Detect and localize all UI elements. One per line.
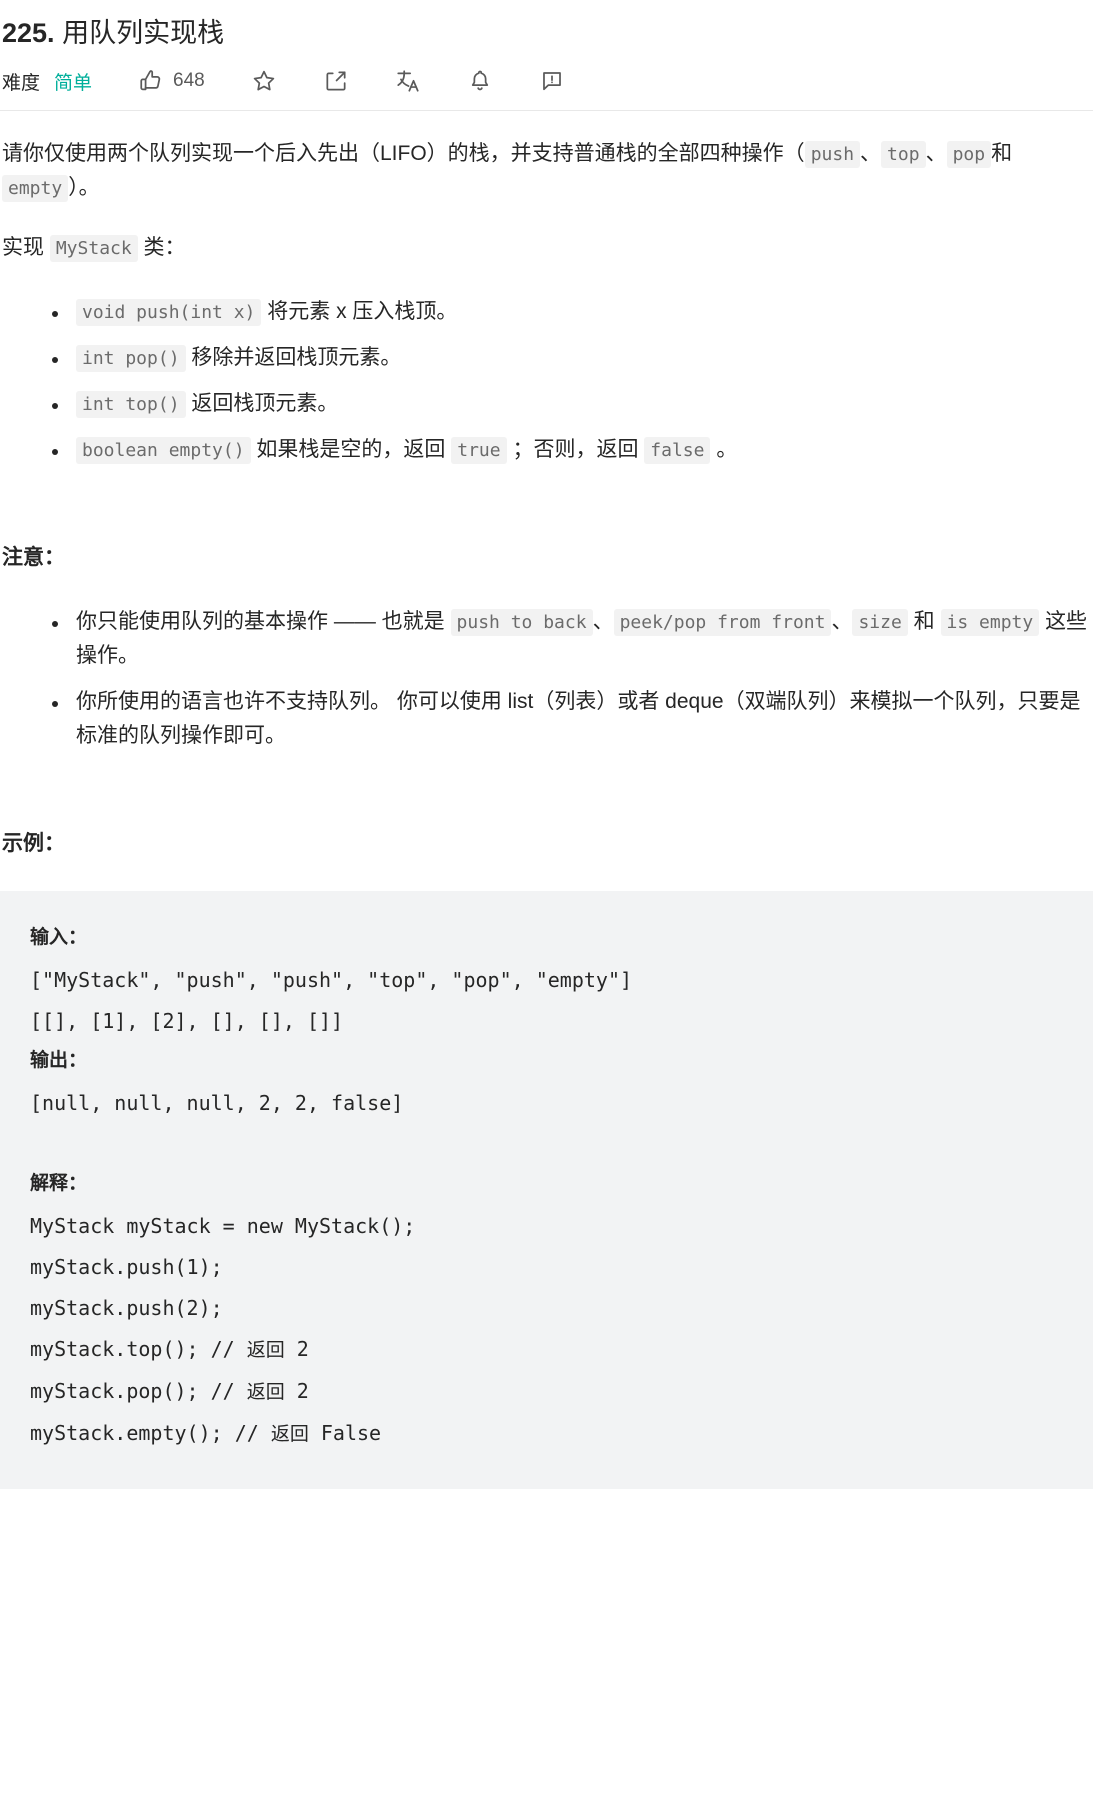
method-desc-c: 。: [716, 438, 738, 462]
example-heading: 示例：: [2, 832, 65, 856]
title-row: 225. 用队列实现栈: [0, 0, 1093, 52]
code-size: size: [852, 609, 908, 637]
problem-page: 225. 用队列实现栈 难度 简单 648 请你仅使用两个队列实现一个后入先出（…: [0, 0, 1093, 1569]
sep-2: 、: [925, 142, 947, 165]
example-code-block: 输入： ["MyStack", "push", "push", "top", "p…: [0, 891, 1093, 1490]
note-conj: 和: [913, 610, 935, 634]
implement-paragraph: 实现 MyStack 类：: [0, 231, 1093, 265]
call-text: myStack.pop(); //: [30, 1379, 247, 1404]
comment-report-icon: [539, 68, 565, 94]
method-desc: 移除并返回栈顶元素。: [191, 346, 402, 370]
like-button[interactable]: 648: [138, 68, 205, 94]
explain-call-top: myStack.top(); // 返回 2: [30, 1329, 1063, 1371]
method-desc-a: 如果栈是空的，返回: [256, 438, 446, 462]
notification-button[interactable]: [467, 68, 493, 94]
sep-1: 、: [860, 142, 882, 165]
code-peek-pop-from-front: peek/pop from front: [613, 609, 832, 637]
note-list: 你只能使用队列的基本操作 —— 也就是 push to back、 peek/po…: [0, 605, 1093, 753]
conj-he: 和: [991, 142, 1013, 165]
note-sep-1: 、: [592, 610, 614, 634]
explain-line-2: myStack.push(1);: [30, 1255, 223, 1280]
method-list: void push(int x) 将元素 x 压入栈顶。 int pop() 移…: [0, 295, 1093, 467]
call-comment: 返回: [246, 1340, 285, 1362]
call-comment: 返回: [246, 1382, 285, 1404]
thumbs-up-icon: [138, 68, 164, 94]
explain-label: 解释：: [30, 1173, 88, 1195]
method-desc: 将元素 x 压入栈顶。: [267, 300, 458, 324]
explain-call-pop: myStack.pop(); // 返回 2: [30, 1371, 1063, 1413]
translate-icon: [395, 68, 421, 94]
problem-title-text: 用队列实现栈: [62, 18, 225, 48]
intro-text-end: ）。: [68, 176, 100, 200]
list-item: int pop() 移除并返回栈顶元素。: [52, 341, 1093, 375]
share-button[interactable]: [323, 68, 349, 94]
note-sep-2: 、: [831, 610, 853, 634]
call-comment: 返回: [270, 1424, 309, 1446]
list-item: 你只能使用队列的基本操作 —— 也就是 push to back、 peek/po…: [52, 605, 1093, 673]
output-label: 输出：: [30, 1050, 88, 1072]
input-label: 输入：: [30, 927, 88, 949]
share-icon: [323, 68, 349, 94]
code-int-top: int top(): [76, 391, 186, 419]
note-text-1: 你只能使用队列的基本操作 —— 也就是: [76, 610, 445, 634]
code-mystack: MyStack: [49, 235, 138, 263]
star-icon: [251, 68, 277, 94]
list-item: int top() 返回栈顶元素。: [52, 387, 1093, 421]
code-top: top: [881, 141, 926, 168]
code-true: true: [451, 437, 507, 465]
output-line: [null, null, null, 2, 2, false]: [30, 1091, 404, 1116]
explain-line-3: myStack.push(2);: [30, 1296, 223, 1321]
report-button[interactable]: [539, 68, 565, 94]
intro-text-a: 请你仅使用两个队列实现一个后入先出（LIFO）的栈，并支持普通栈的全部四种操作（: [2, 142, 805, 165]
problem-number: 225.: [2, 18, 55, 48]
call-text: myStack.top(); //: [30, 1337, 247, 1362]
implement-text-b: 类：: [143, 236, 186, 260]
call-value: False: [308, 1421, 382, 1446]
note-text-2: 你所使用的语言也许不支持队列。 你可以使用 list（列表）或者 deque（双…: [76, 690, 1081, 748]
list-item: 你所使用的语言也许不支持队列。 你可以使用 list（列表）或者 deque（双…: [52, 685, 1093, 753]
difficulty-badge: 简单: [54, 72, 93, 94]
favorite-button[interactable]: [251, 68, 277, 94]
code-push: push: [804, 141, 861, 168]
list-item: void push(int x) 将元素 x 压入栈顶。: [52, 295, 1093, 329]
intro-paragraph: 请你仅使用两个队列实现一个后入先出（LIFO）的栈，并支持普通栈的全部四种操作（…: [0, 137, 1093, 205]
code-push-to-back: push to back: [450, 609, 593, 637]
note-heading: 注意：: [2, 546, 65, 570]
method-desc-b: ；否则，返回: [512, 438, 639, 462]
code-pop: pop: [946, 141, 992, 168]
problem-content: 请你仅使用两个队列实现一个后入先出（LIFO）的栈，并支持普通栈的全部四种操作（…: [0, 137, 1093, 1569]
code-int-pop: int pop(): [76, 345, 186, 373]
code-false: false: [644, 437, 711, 465]
like-count: 648: [173, 70, 205, 91]
bell-icon: [467, 68, 493, 94]
method-desc: 返回栈顶元素。: [191, 392, 339, 416]
call-text: myStack.empty(); //: [30, 1421, 271, 1446]
page-title: 225. 用队列实现栈: [0, 14, 1093, 52]
call-value: 2: [284, 1337, 309, 1362]
implement-text-a: 实现: [2, 236, 44, 260]
explain-line-1: MyStack myStack = new MyStack();: [30, 1214, 416, 1239]
translate-button[interactable]: [395, 68, 421, 94]
input-line-2: [[], [1], [2], [], [], []]: [30, 1009, 344, 1034]
input-line-1: ["MyStack", "push", "push", "top", "pop"…: [30, 968, 633, 993]
bottom-padding: [0, 1489, 1093, 1569]
difficulty-label: 难度: [2, 72, 41, 94]
explain-call-empty: myStack.empty(); // 返回 False: [30, 1413, 1063, 1455]
call-value: 2: [284, 1379, 309, 1404]
code-boolean-empty: boolean empty(): [76, 437, 251, 465]
code-empty: empty: [2, 175, 69, 203]
code-is-empty: is empty: [940, 609, 1040, 637]
list-item: boolean empty() 如果栈是空的，返回 true ；否则，返回 fa…: [52, 433, 1093, 467]
problem-toolbar: 难度 简单 648: [0, 52, 1093, 110]
code-void-push: void push(int x): [76, 299, 262, 327]
header-divider: [0, 110, 1093, 111]
